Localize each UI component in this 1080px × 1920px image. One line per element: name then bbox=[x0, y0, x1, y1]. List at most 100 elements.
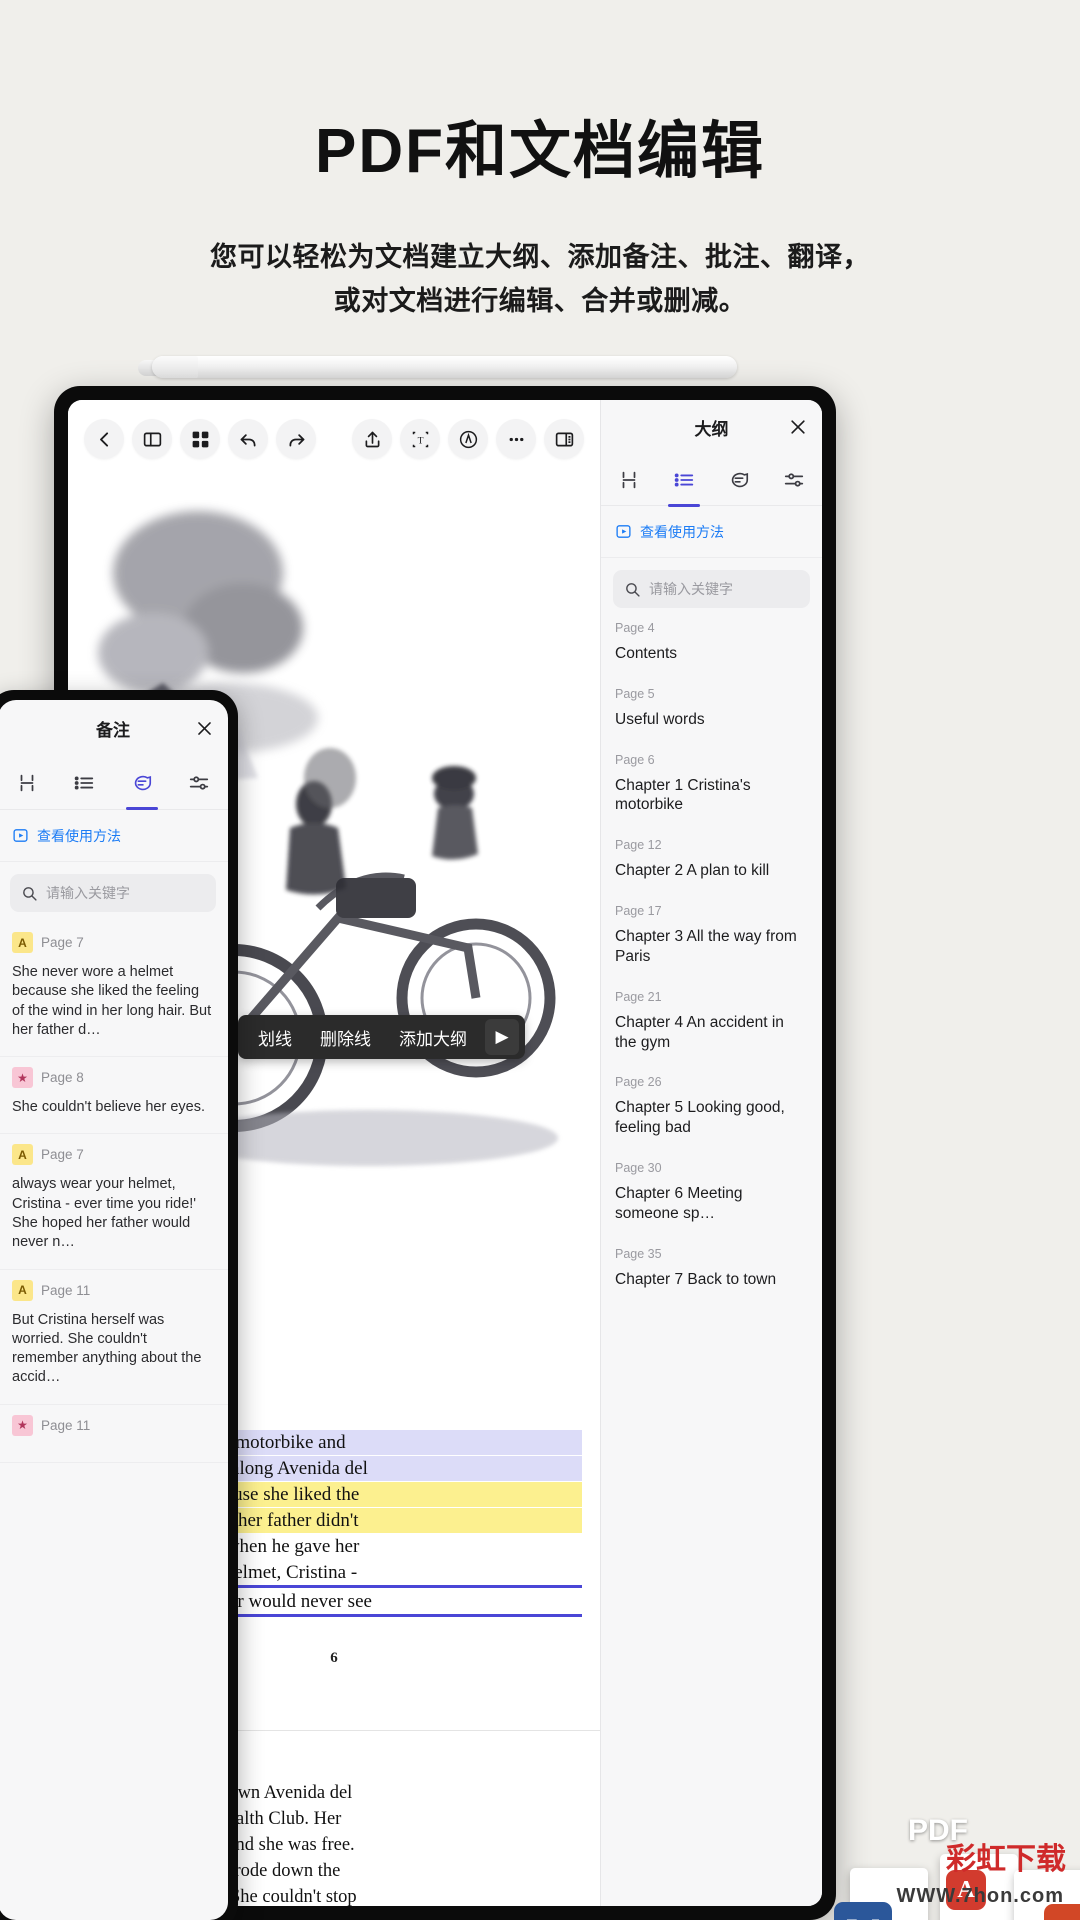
list-item[interactable]: ★ Page 11 bbox=[0, 1405, 228, 1463]
note-type-badge: A bbox=[12, 1280, 33, 1301]
list-item[interactable]: Page 4 Contents bbox=[601, 612, 822, 678]
outline-search-placeholder: 请输入关键字 bbox=[649, 579, 733, 599]
play-video-icon bbox=[12, 827, 29, 844]
outline-items-list[interactable]: Page 4 Contents Page 5 Useful words Page… bbox=[601, 612, 822, 1906]
search-icon bbox=[21, 885, 38, 902]
pen-tool-icon[interactable] bbox=[448, 419, 488, 459]
note-type-badge: A bbox=[12, 1144, 33, 1165]
sidebar-toggle-icon[interactable] bbox=[132, 419, 172, 459]
notes-panel-tabs bbox=[0, 756, 228, 810]
list-item[interactable]: Page 21 Chapter 4 An accident in the gym bbox=[601, 981, 822, 1067]
notes-search-wrap: 请输入关键字 bbox=[0, 862, 228, 922]
outline-howto-link[interactable]: 查看使用方法 bbox=[601, 506, 822, 558]
outline-panel-title: 大纲 bbox=[695, 415, 729, 440]
notes-search-input[interactable]: 请输入关键字 bbox=[10, 874, 216, 912]
panel-toggle-icon[interactable] bbox=[544, 419, 584, 459]
outline-item-page: Page 30 bbox=[615, 1161, 808, 1175]
notes-howto-link[interactable]: 查看使用方法 bbox=[0, 810, 228, 862]
notes-search-placeholder: 请输入关键字 bbox=[46, 883, 130, 903]
outline-item-title: Useful words bbox=[615, 710, 808, 730]
outline-item-page: Page 12 bbox=[615, 838, 808, 852]
list-item[interactable]: A Page 11 But Cristina herself was worri… bbox=[0, 1270, 228, 1405]
outline-item-title: Chapter 7 Back to town bbox=[615, 1270, 808, 1290]
redo-icon[interactable] bbox=[276, 419, 316, 459]
notes-panel: 备注 查看使用方法 请输入关键 bbox=[0, 700, 228, 1920]
url-watermark: WWW.7hon.com bbox=[896, 1885, 1064, 1908]
note-header: ★ Page 8 bbox=[12, 1067, 214, 1088]
outline-item-page: Page 17 bbox=[615, 904, 808, 918]
note-header: A Page 7 bbox=[12, 932, 214, 953]
note-type-badge: ★ bbox=[12, 1067, 33, 1088]
note-page-label: Page 7 bbox=[41, 1147, 84, 1162]
svg-text:T: T bbox=[417, 435, 423, 446]
tab-notes[interactable] bbox=[719, 460, 759, 500]
list-item[interactable]: ★ Page 8 She couldn't believe her eyes. bbox=[0, 1057, 228, 1134]
promo-header: PDF和文档编辑 您可以轻松为文档建立大纲、添加备注、批注、翻译， 或对文档进行… bbox=[0, 0, 1080, 324]
list-item[interactable]: Page 12 Chapter 2 A plan to kill bbox=[601, 829, 822, 895]
note-text: always wear your helmet, Cristina - ever… bbox=[12, 1175, 214, 1252]
tab-settings[interactable] bbox=[179, 763, 219, 803]
outline-item-title: Chapter 1 Cristina's motorbike bbox=[615, 776, 808, 816]
list-item[interactable]: Page 17 Chapter 3 All the way from Paris bbox=[601, 895, 822, 981]
outline-item-page: Page 21 bbox=[615, 990, 808, 1004]
outline-item-page: Page 6 bbox=[615, 753, 808, 767]
list-item[interactable]: A Page 7 She never wore a helmet because… bbox=[0, 922, 228, 1057]
reader-toolbar: T bbox=[68, 400, 600, 478]
tab-notes[interactable] bbox=[122, 763, 162, 803]
outline-item-page: Page 26 bbox=[615, 1075, 808, 1089]
notes-panel-header: 备注 bbox=[0, 700, 228, 756]
outline-item-title: Chapter 5 Looking good, feeling bad bbox=[615, 1098, 808, 1138]
thumbnails-grid-icon[interactable] bbox=[180, 419, 220, 459]
more-options-icon[interactable] bbox=[496, 419, 536, 459]
close-icon[interactable] bbox=[788, 417, 808, 437]
note-text: She never wore a helmet because she like… bbox=[12, 963, 214, 1040]
list-item[interactable]: Page 5 Useful words bbox=[601, 678, 822, 744]
notes-panel-title: 备注 bbox=[96, 716, 130, 741]
tab-bookmark[interactable] bbox=[609, 460, 649, 500]
outline-item-title: Contents bbox=[615, 644, 808, 664]
list-item[interactable]: Page 6 Chapter 1 Cristina's motorbike bbox=[601, 744, 822, 830]
list-item[interactable]: Page 30 Chapter 6 Meeting someone sp… bbox=[601, 1152, 822, 1238]
outline-search-wrap: 请输入关键字 bbox=[601, 558, 822, 618]
note-text: She couldn't believe her eyes. bbox=[12, 1098, 214, 1117]
outline-item-title: Chapter 6 Meeting someone sp… bbox=[615, 1184, 808, 1224]
list-item[interactable]: Page 26 Chapter 5 Looking good, feeling … bbox=[601, 1066, 822, 1152]
list-item[interactable]: A Page 7 always wear your helmet, Cristi… bbox=[0, 1134, 228, 1269]
outline-panel: 大纲 查看使用方 bbox=[600, 400, 822, 1906]
text-tool-icon[interactable]: T bbox=[400, 419, 440, 459]
notes-items-list[interactable]: A Page 7 She never wore a helmet because… bbox=[0, 922, 228, 1463]
close-icon[interactable] bbox=[195, 719, 214, 738]
promo-subtitle: 您可以轻松为文档建立大纲、添加备注、批注、翻译， 或对文档进行编辑、合并或删减。 bbox=[0, 236, 1080, 323]
outline-search-input[interactable]: 请输入关键字 bbox=[613, 570, 810, 608]
outline-panel-header: 大纲 bbox=[601, 400, 822, 454]
ctx-underline-button[interactable]: 划线 bbox=[244, 1025, 306, 1050]
note-text: But Cristina herself was worried. She co… bbox=[12, 1311, 214, 1388]
note-page-label: Page 7 bbox=[41, 935, 84, 950]
list-item[interactable]: Page 35 Chapter 7 Back to town bbox=[601, 1238, 822, 1304]
ctx-strikethrough-button[interactable]: 删除线 bbox=[306, 1025, 385, 1050]
notes-howto-label: 查看使用方法 bbox=[37, 826, 121, 846]
tab-outline[interactable] bbox=[64, 763, 104, 803]
note-page-label: Page 11 bbox=[41, 1283, 90, 1298]
text-context-toolbar[interactable]: 划线 删除线 添加大纲 ▶ bbox=[238, 1015, 525, 1059]
ctx-add-outline-button[interactable]: 添加大纲 bbox=[385, 1025, 481, 1050]
note-page-label: Page 11 bbox=[41, 1418, 90, 1433]
note-header: A Page 7 bbox=[12, 1144, 214, 1165]
ctx-next-icon[interactable]: ▶ bbox=[485, 1019, 519, 1055]
back-icon[interactable] bbox=[84, 419, 124, 459]
share-icon[interactable] bbox=[352, 419, 392, 459]
note-type-badge: A bbox=[12, 932, 33, 953]
tab-outline[interactable] bbox=[664, 460, 704, 500]
search-icon bbox=[624, 581, 641, 598]
notes-device: 备注 查看使用方法 请输入关键 bbox=[0, 690, 238, 1920]
undo-icon[interactable] bbox=[228, 419, 268, 459]
page-title: PDF和文档编辑 bbox=[0, 118, 1080, 186]
outline-panel-tabs bbox=[601, 454, 822, 506]
outline-item-page: Page 35 bbox=[615, 1247, 808, 1261]
outline-howto-label: 查看使用方法 bbox=[640, 522, 724, 542]
outline-item-title: Chapter 2 A plan to kill bbox=[615, 861, 808, 881]
promo-subtitle-line2: 或对文档进行编辑、合并或删减。 bbox=[0, 280, 1080, 324]
tab-settings[interactable] bbox=[774, 460, 814, 500]
outline-item-page: Page 4 bbox=[615, 621, 808, 635]
tab-bookmark[interactable] bbox=[7, 763, 47, 803]
